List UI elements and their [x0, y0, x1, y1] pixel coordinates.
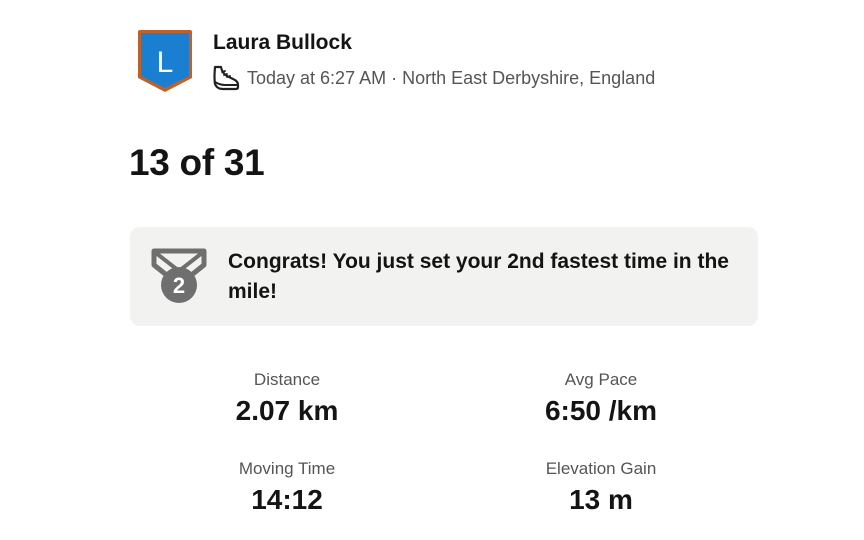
stat-value: 2.07 km	[235, 395, 339, 426]
stat-label: Avg Pace	[564, 370, 638, 389]
stat-avg-pace: Avg Pace 6:50 /km	[444, 368, 758, 457]
activity-header: L Laura Bullock Today at 6:27 AM · North…	[136, 28, 655, 94]
athlete-name[interactable]: Laura Bullock	[213, 31, 655, 55]
athlete-avatar[interactable]: L	[136, 28, 194, 94]
activity-location: North East Derbyshire, England	[402, 68, 656, 88]
avatar-initial: L	[157, 46, 174, 79]
header-text: Laura Bullock Today at 6:27 AM · North E…	[213, 31, 655, 92]
medal-icon: 2	[151, 247, 207, 305]
activity-time: Today at 6:27 AM	[247, 68, 387, 88]
medal-number: 2	[173, 273, 185, 298]
activity-detail-page: L Laura Bullock Today at 6:27 AM · North…	[0, 0, 864, 540]
stats-grid: Distance 2.07 km Avg Pace 6:50 /km Movin…	[130, 368, 758, 540]
activity-title: 13 of 31	[129, 142, 265, 183]
stat-elevation-gain: Elevation Gain 13 m	[444, 457, 758, 540]
stat-label: Elevation Gain	[545, 459, 657, 478]
stat-distance: Distance 2.07 km	[130, 368, 444, 457]
achievement-card[interactable]: 2 Congrats! You just set your 2nd fastes…	[130, 227, 758, 326]
stat-label: Distance	[253, 370, 321, 389]
stat-value: 14:12	[251, 484, 323, 515]
meta-separator: ·	[391, 68, 398, 88]
stat-value: 6:50 /km	[544, 395, 658, 426]
stat-value: 13 m	[569, 484, 633, 515]
running-shoe-icon	[211, 64, 241, 92]
stat-label: Moving Time	[238, 459, 336, 478]
achievement-text: Congrats! You just set your 2nd fastest …	[228, 250, 729, 303]
stat-moving-time: Moving Time 14:12	[130, 457, 444, 540]
activity-meta: Today at 6:27 AM · North East Derbyshire…	[213, 64, 655, 92]
